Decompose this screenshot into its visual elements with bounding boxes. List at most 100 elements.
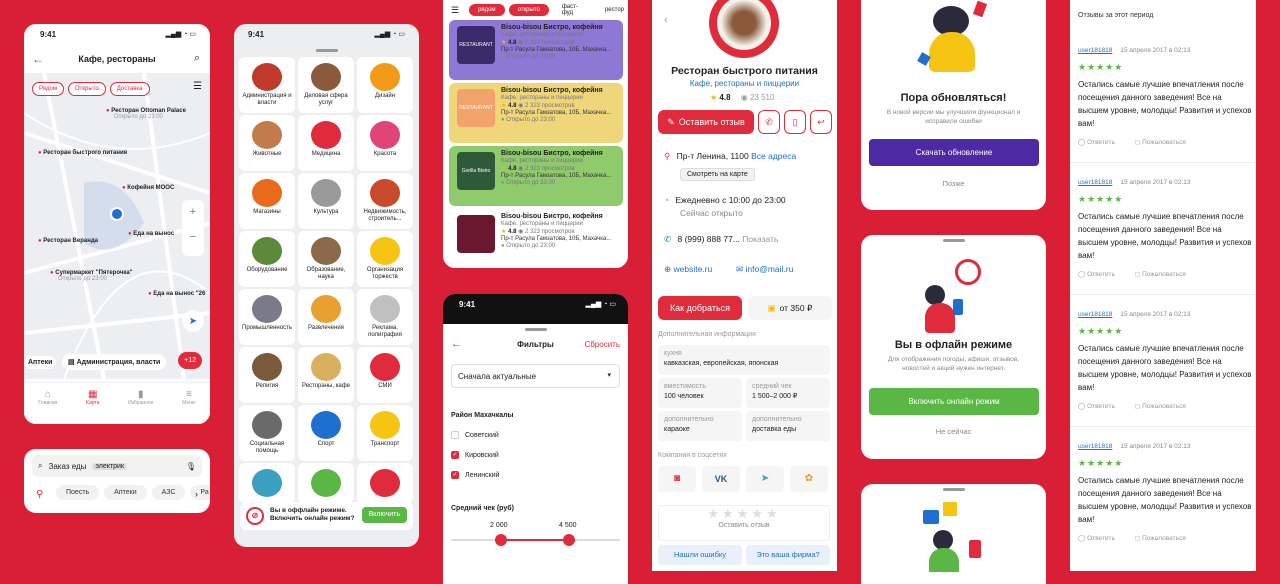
bottom-chip[interactable]: ▤ Администрация, власти [62,354,167,370]
instagram-icon[interactable]: ◙ [658,466,696,492]
vk-icon[interactable]: VK [702,466,740,492]
filter-chip-nearby[interactable]: рядом [469,4,505,16]
category-education[interactable]: Образование, наука [298,231,354,287]
category-tile[interactable] [357,463,413,503]
slider-handle-min[interactable] [495,534,507,546]
all-addresses-link[interactable]: Все адреса [751,151,796,161]
reply-button[interactable]: ◯ Ответить [1078,268,1115,281]
leave-review-link[interactable]: Оставить отзыв [659,522,829,529]
telegram-icon[interactable]: ➤ [746,466,784,492]
reply-button[interactable]: ◯ Ответить [1078,532,1115,545]
complain-button[interactable]: ◻ Пожаловаться [1135,400,1186,413]
district-checkbox-row[interactable]: Советский [451,431,499,439]
category-tile[interactable] [298,463,354,503]
filter-chip-open[interactable]: открыто [508,4,549,16]
category-animals[interactable]: Животные [239,115,295,171]
category-shops[interactable]: Магазины [239,173,295,229]
category-beauty[interactable]: Красота [357,115,413,171]
category-sport[interactable]: Спорт [298,405,354,461]
map-pin[interactable]: ● Кофейня МООС [122,185,174,191]
district-checkbox-row[interactable]: ✓ Кировский [451,451,499,459]
price-slider[interactable] [451,534,620,546]
more-chip[interactable]: +12 [178,352,202,369]
filter-chip-fastfood[interactable]: фаст-фуд [553,1,597,19]
restaurant-card[interactable]: RESTAURANT Bisou-bisou Бистро, кофейня Каф… [449,20,623,80]
category-administration[interactable]: Администрация и власти [239,57,295,113]
quick-chip[interactable]: Поесть [56,485,100,500]
category-equipment[interactable]: Оборудование [239,231,295,287]
checkbox[interactable]: ✓ [451,471,459,479]
quick-chip[interactable]: Ра [190,485,210,500]
checkbox[interactable] [451,431,459,439]
review-user[interactable]: user181818 [1078,47,1112,54]
share-button[interactable]: ↩ [810,110,832,134]
filter-icon[interactable]: ☰ [193,81,202,92]
category-culture[interactable]: Культура [298,173,354,229]
map-pin[interactable]: ● Ресторан Веранда [38,238,98,244]
category-industry[interactable]: Промышленность [239,289,295,345]
website-link[interactable]: website.ru [674,264,713,274]
restaurant-card[interactable]: RESTAURANT Bisou-bisou Бистро, кофейня Каф… [449,83,623,143]
tab-map[interactable]: ▦ Карта [86,389,99,424]
show-phone-link[interactable]: Показать [742,234,778,244]
complain-button[interactable]: ◻ Пожаловаться [1135,268,1186,281]
bookmark-button[interactable]: ▯ [784,110,806,134]
slider-handle-max[interactable] [563,534,575,546]
odnoklassniki-icon[interactable]: ✿ [790,466,828,492]
map-pin[interactable]: ● Ресторан быстрого питания [38,150,127,156]
chip-nearby[interactable]: Рядом [32,82,65,96]
mic-icon[interactable]: 🎙 [186,462,196,471]
chip-open[interactable]: Открыто [68,82,106,96]
reset-button[interactable]: Сбросить [584,340,620,349]
bottom-chip[interactable]: Аптеки [24,356,57,369]
email-row[interactable]: ✉ info@mail.ru [736,264,793,275]
later-button[interactable]: Позже [861,179,1046,188]
report-error-button[interactable]: Нашли ошибку [658,545,742,565]
route-button[interactable]: Как добраться [658,296,742,320]
zoom-out-button[interactable]: − [182,225,204,250]
email-link[interactable]: info@mail.ru [746,264,794,274]
map-pin[interactable]: ● Еда на вынос "26 [148,291,205,297]
show-on-map-button[interactable]: Смотреть на карте [680,168,755,181]
tab-menu[interactable]: ≡ Меню [182,389,196,424]
tab-home[interactable]: ⌂ Главная [38,389,57,424]
map-pin[interactable]: ● Ресторан Ottoman Palace Открыто до 23:0… [106,108,186,120]
zoom-in-button[interactable]: + [182,200,204,225]
leave-review-button[interactable]: ✎ Оставить отзыв [658,110,754,134]
empty-stars[interactable]: ★★★★★ [659,506,829,522]
filter-chip-restaurants[interactable]: рестор [601,4,628,16]
complain-button[interactable]: ◻ Пожаловаться [1135,532,1186,545]
map-pin[interactable]: ● Супермаркет "Пятерочка" Открыто до 23:0… [50,270,133,282]
category-restaurants[interactable]: Рестораны, кафе [298,347,354,403]
review-user[interactable]: user181818 [1078,179,1112,186]
tab-favorites[interactable]: ▮ Избранное [128,389,153,424]
category-media[interactable]: СМИ [357,347,413,403]
category-religion[interactable]: Религия [239,347,295,403]
sort-select[interactable]: Сначала актуальные ▾ [451,364,620,388]
quick-chip[interactable]: Аптеки [104,485,147,500]
chip-delivery[interactable]: Доставка [109,82,150,96]
download-update-button[interactable]: Скачать обновление [869,139,1039,166]
quick-chip[interactable]: АЗС [151,485,186,500]
district-checkbox-row[interactable]: ✓ Ленинский [451,471,500,479]
location-icon[interactable]: ⚲ [36,489,43,500]
category-transport[interactable]: Транспорт [357,405,413,461]
enable-online-mode-button[interactable]: Включить онлайн режим [869,388,1039,415]
phone-button[interactable]: ✆ [758,110,780,134]
review-user[interactable]: user181818 [1078,443,1112,450]
restaurant-card[interactable]: Gorilla Bistro Bisou-bisou Бистро, кофейн… [449,146,623,206]
search-icon[interactable]: ⌕ [194,52,200,65]
map-pin[interactable]: ● Еда на вынос [128,231,174,237]
checkbox[interactable]: ✓ [451,451,459,459]
detail-category[interactable]: Кафе, рестораны и пиццерии [652,79,837,88]
complain-button[interactable]: ◻ Пожаловаться [1135,136,1186,149]
chevron-right-icon[interactable]: › [195,489,198,499]
category-design[interactable]: Дизайн [357,57,413,113]
reply-button[interactable]: ◯ Ответить [1078,136,1115,149]
not-now-button[interactable]: Не сейчас [861,427,1046,436]
search-field[interactable]: ⌕ Заказ еды электрик 🎙 [32,455,202,477]
category-events[interactable]: Организация торжеств [357,231,413,287]
phone-row[interactable]: ✆ 8 (999) 888 77... Показать [664,234,778,245]
category-social[interactable]: Социальная помощь [239,405,295,461]
category-advertising[interactable]: Реклама, полиграфия [357,289,413,345]
